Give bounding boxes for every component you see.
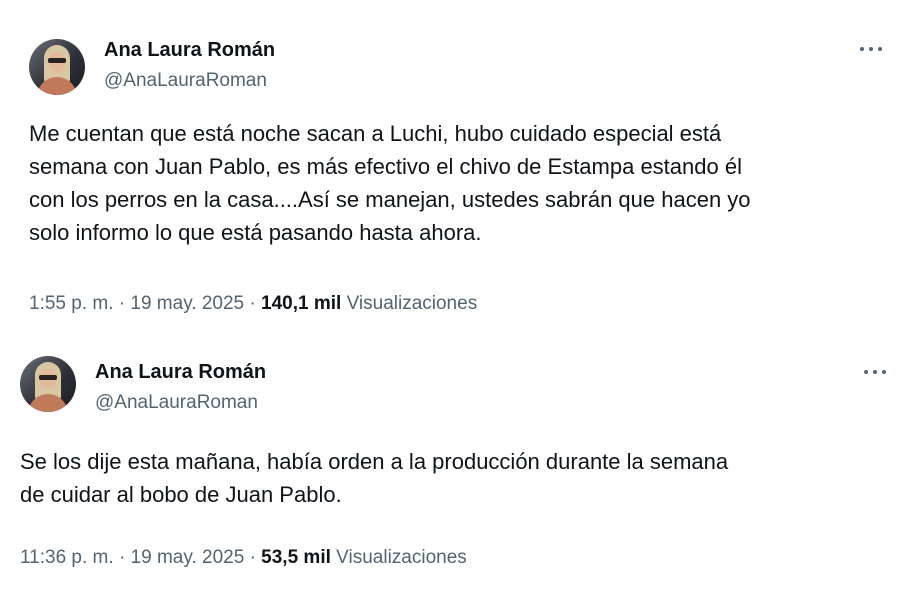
tweet-date[interactable]: 19 may. 2025 [131,547,245,568]
avatar-body [37,77,77,95]
author-name[interactable]: Ana Laura Román [95,360,266,384]
meta-separator: · [118,293,126,314]
avatar[interactable] [20,356,76,412]
author-name[interactable]: Ana Laura Román [104,38,275,62]
author-handle[interactable]: @AnaLauraRoman [104,69,267,93]
dot [882,370,886,374]
dot [860,47,864,51]
avatar-glasses [48,58,66,63]
tweet-card[interactable]: Ana Laura Román @AnaLauraRoman Se los di… [0,340,900,600]
dot [873,370,877,374]
dot [869,47,873,51]
meta-separator: · [249,547,256,568]
author-handle[interactable]: @AnaLauraRoman [95,391,258,415]
meta-separator: · [118,547,126,568]
views-count: 53,5 mil [261,547,331,568]
tweet-time[interactable]: 1:55 p. m. [29,293,114,314]
dot [878,47,882,51]
more-options-icon[interactable] [860,360,890,384]
more-options-icon[interactable] [856,37,886,61]
tweet-time[interactable]: 11:36 p. m. [20,547,114,568]
tweet-date[interactable]: 19 may. 2025 [130,293,244,314]
dot [864,370,868,374]
views-label: Visualizaciones [336,547,467,568]
meta-separator: · [249,293,256,314]
views-count: 140,1 mil [261,293,342,314]
views-label: Visualizaciones [346,293,478,314]
tweet-text: Me cuentan que está noche sacan a Luchi,… [29,121,751,245]
tweet-meta: 1:55 p. m. · 19 may. 2025 · 140,1 mil Vi… [29,292,477,316]
tweet-meta: 11:36 p. m. · 19 may. 2025 · 53,5 mil Vi… [20,546,467,570]
tweet-card[interactable]: Ana Laura Román @AnaLauraRoman Me cuenta… [0,0,900,340]
tweet-text: Se los dije esta mañana, había orden a l… [20,449,729,507]
avatar-body [28,394,68,412]
avatar[interactable] [29,39,85,95]
avatar-glasses [39,375,57,380]
